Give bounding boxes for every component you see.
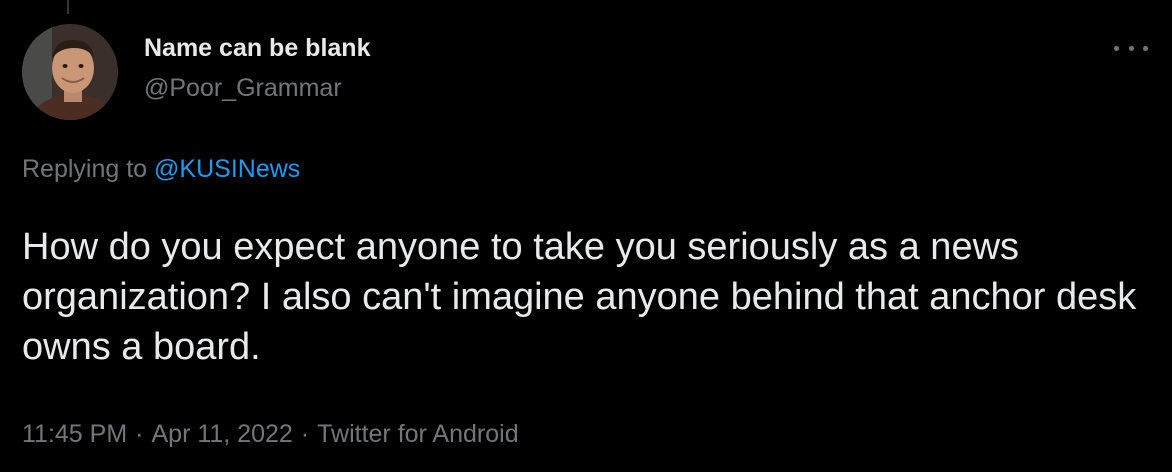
meta-separator: ·	[135, 420, 144, 448]
replying-to-mention[interactable]: @KUSINews	[154, 155, 300, 183]
display-name[interactable]: Name can be blank	[144, 34, 370, 63]
avatar[interactable]	[22, 24, 118, 120]
user-handle[interactable]: @Poor_Grammar	[144, 74, 342, 103]
replying-to-line: Replying to @KUSINews	[22, 155, 300, 184]
profile-photo-icon	[22, 24, 118, 120]
meta-separator: ·	[300, 420, 310, 448]
tweet-meta: 11:45 PM · Apr 11, 2022 · Twitter for Androi…	[22, 420, 519, 449]
dot	[1143, 45, 1148, 51]
tweet-date[interactable]: Apr 11, 2022	[151, 420, 292, 448]
tweet-time[interactable]: 11:45 PM	[22, 420, 127, 448]
tweet: Name can be blank @Poor_Grammar Replying…	[0, 0, 1172, 472]
dot	[1128, 45, 1134, 51]
dot	[1114, 45, 1119, 51]
tweet-source[interactable]: Twitter for Android	[317, 420, 518, 448]
replying-label: Replying to	[22, 155, 155, 183]
tweet-text: How do you expect anyone to take you ser…	[22, 226, 1137, 368]
more-options-icon[interactable]	[1114, 38, 1148, 58]
